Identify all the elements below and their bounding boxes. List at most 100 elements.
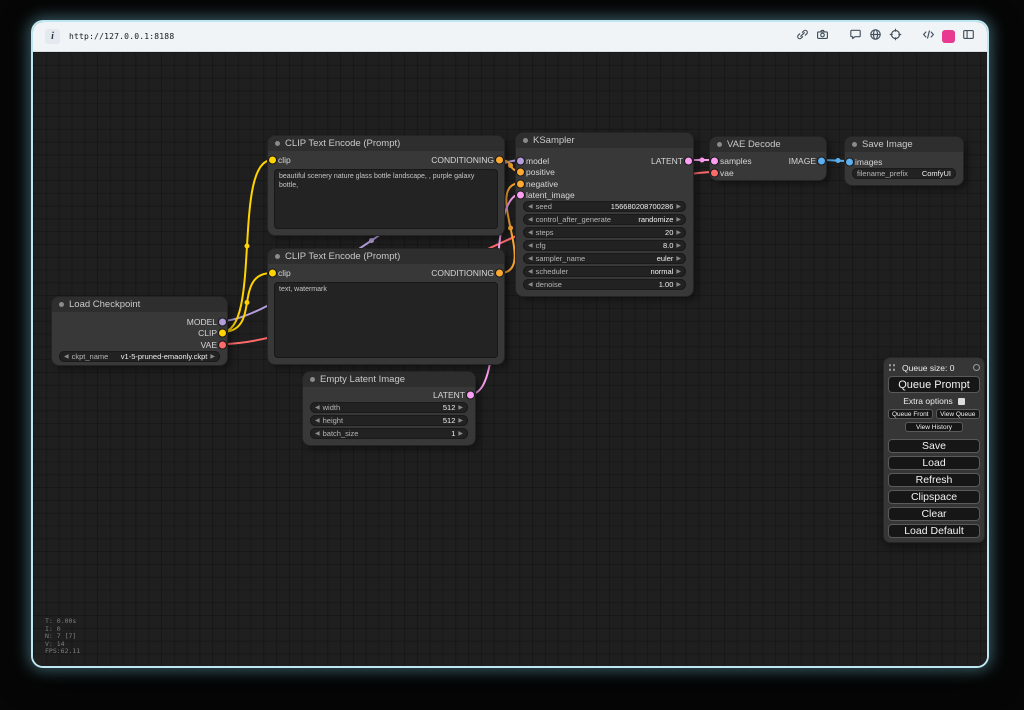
collapse-dot-icon[interactable] xyxy=(852,142,857,147)
denoise-widget[interactable]: ◀ denoise 1.00 ▶ xyxy=(523,279,686,290)
next-arrow-icon[interactable]: ▶ xyxy=(676,217,681,223)
node-clip-text-encode-negative[interactable]: CLIP Text Encode (Prompt) clip CONDITION… xyxy=(268,249,504,364)
node-ksampler[interactable]: KSampler model LATENT positive negative … xyxy=(516,133,693,296)
output-slot-latent[interactable] xyxy=(467,391,474,398)
input-slot-clip[interactable] xyxy=(269,156,276,163)
queue-front-button[interactable]: Queue Front xyxy=(888,409,933,419)
prev-arrow-icon[interactable]: ◀ xyxy=(528,217,533,223)
prompt-textarea[interactable]: text, watermark xyxy=(274,282,498,358)
output-slot-conditioning[interactable] xyxy=(496,269,503,276)
prev-arrow-icon[interactable]: ◀ xyxy=(528,204,533,210)
node-vae-decode[interactable]: VAE Decode samples IMAGE vae xyxy=(710,137,826,180)
input-slot-samples[interactable] xyxy=(711,157,718,164)
prev-arrow-icon[interactable]: ◀ xyxy=(315,418,320,424)
collapse-dot-icon[interactable] xyxy=(275,254,280,259)
target-icon[interactable] xyxy=(889,28,902,46)
refresh-button[interactable]: Refresh xyxy=(888,473,980,487)
node-graph-canvas[interactable]: Load Checkpoint MODEL CLIP VAE ◀ ckpt_na… xyxy=(33,52,987,666)
clipspace-button[interactable]: Clipspace xyxy=(888,490,980,504)
next-arrow-icon[interactable]: ▶ xyxy=(676,230,681,236)
node-titlebar[interactable]: CLIP Text Encode (Prompt) xyxy=(268,249,504,264)
code-icon[interactable] xyxy=(922,28,935,46)
seed-widget[interactable]: ◀ seed 156680208700286 ▶ xyxy=(523,201,686,212)
node-load-checkpoint[interactable]: Load Checkpoint MODEL CLIP VAE ◀ ckpt_na… xyxy=(52,297,227,365)
prev-arrow-icon[interactable]: ◀ xyxy=(528,243,533,249)
next-arrow-icon[interactable]: ▶ xyxy=(210,354,215,360)
comfy-menu-panel[interactable]: Queue size: 0 Queue Prompt Extra options… xyxy=(884,358,984,542)
collapse-dot-icon[interactable] xyxy=(310,377,315,382)
node-empty-latent-image[interactable]: Empty Latent Image LATENT ◀ width 512 ▶ … xyxy=(303,372,475,445)
node-titlebar[interactable]: Save Image xyxy=(845,137,963,152)
output-slot-image[interactable] xyxy=(818,157,825,164)
prev-arrow-icon[interactable]: ◀ xyxy=(528,230,533,236)
drag-handle-icon[interactable] xyxy=(888,363,895,372)
queue-prompt-button[interactable]: Queue Prompt xyxy=(888,376,980,393)
link-icon[interactable] xyxy=(796,28,809,46)
collapse-dot-icon[interactable] xyxy=(59,302,64,307)
output-slot-clip[interactable] xyxy=(219,329,226,336)
node-titlebar[interactable]: KSampler xyxy=(516,133,693,148)
columns-layout-icon[interactable] xyxy=(962,28,975,46)
prev-arrow-icon[interactable]: ◀ xyxy=(315,405,320,411)
prev-arrow-icon[interactable]: ◀ xyxy=(315,431,320,437)
node-titlebar[interactable]: Load Checkpoint xyxy=(52,297,227,312)
input-slot-negative[interactable] xyxy=(517,180,524,187)
node-clip-text-encode-positive[interactable]: CLIP Text Encode (Prompt) clip CONDITION… xyxy=(268,136,504,235)
globe-icon[interactable] xyxy=(869,28,882,46)
load-default-button[interactable]: Load Default xyxy=(888,524,980,538)
input-slot-latent-image[interactable] xyxy=(517,191,524,198)
prompt-textarea[interactable]: beautiful scenery nature glass bottle la… xyxy=(274,169,498,229)
clear-button[interactable]: Clear xyxy=(888,507,980,521)
filename-prefix-widget[interactable]: filename_prefix ComfyUI xyxy=(852,168,956,179)
collapse-dot-icon[interactable] xyxy=(523,138,528,143)
view-history-button[interactable]: View History xyxy=(905,422,963,432)
save-button[interactable]: Save xyxy=(888,439,980,453)
output-slot-model[interactable] xyxy=(219,318,226,325)
node-save-image[interactable]: Save Image images filename_prefix ComfyU… xyxy=(845,137,963,185)
next-arrow-icon[interactable]: ▶ xyxy=(676,282,681,288)
prev-arrow-icon[interactable]: ◀ xyxy=(528,269,533,275)
extension-icon[interactable] xyxy=(942,30,955,43)
widget-value: randomize xyxy=(638,215,674,224)
output-slot-vae[interactable] xyxy=(219,341,226,348)
collapse-dot-icon[interactable] xyxy=(717,142,722,147)
scheduler-widget[interactable]: ◀ scheduler normal ▶ xyxy=(523,266,686,277)
control-after-generate-widget[interactable]: ◀ control_after_generate randomize ▶ xyxy=(523,214,686,225)
input-slot-vae[interactable] xyxy=(711,169,718,176)
batch-size-widget[interactable]: ◀ batch_size 1 ▶ xyxy=(310,428,468,439)
info-icon[interactable]: i xyxy=(45,29,60,44)
next-arrow-icon[interactable]: ▶ xyxy=(458,418,463,424)
next-arrow-icon[interactable]: ▶ xyxy=(676,256,681,262)
output-slot-conditioning[interactable] xyxy=(496,156,503,163)
ckpt-name-combo[interactable]: ◀ ckpt_name v1-5-pruned-emaonly.ckpt ▶ xyxy=(59,351,220,362)
width-widget[interactable]: ◀ width 512 ▶ xyxy=(310,402,468,413)
camera-icon[interactable] xyxy=(816,28,829,46)
input-slot-positive[interactable] xyxy=(517,168,524,175)
input-slot-images[interactable] xyxy=(846,158,853,165)
prev-arrow-icon[interactable]: ◀ xyxy=(528,282,533,288)
address-bar[interactable]: http://127.0.0.1:8188 xyxy=(69,32,174,41)
chat-icon[interactable] xyxy=(849,28,862,46)
steps-widget[interactable]: ◀ steps 20 ▶ xyxy=(523,227,686,238)
extra-options-checkbox[interactable] xyxy=(957,397,965,405)
input-slot-clip[interactable] xyxy=(269,269,276,276)
node-titlebar[interactable]: VAE Decode xyxy=(710,137,826,152)
input-slot-model[interactable] xyxy=(517,157,524,164)
next-arrow-icon[interactable]: ▶ xyxy=(458,405,463,411)
sampler-name-widget[interactable]: ◀ sampler_name euler ▶ xyxy=(523,253,686,264)
height-widget[interactable]: ◀ height 512 ▶ xyxy=(310,415,468,426)
load-button[interactable]: Load xyxy=(888,456,980,470)
input-label-images: images xyxy=(855,156,883,167)
node-titlebar[interactable]: Empty Latent Image xyxy=(303,372,475,387)
node-titlebar[interactable]: CLIP Text Encode (Prompt) xyxy=(268,136,504,151)
collapse-dot-icon[interactable] xyxy=(275,141,280,146)
prev-arrow-icon[interactable]: ◀ xyxy=(528,256,533,262)
view-queue-button[interactable]: View Queue xyxy=(935,409,980,419)
next-arrow-icon[interactable]: ▶ xyxy=(458,431,463,437)
prev-arrow-icon[interactable]: ◀ xyxy=(64,354,69,360)
next-arrow-icon[interactable]: ▶ xyxy=(676,204,681,210)
cfg-widget[interactable]: ◀ cfg 8.0 ▶ xyxy=(523,240,686,251)
next-arrow-icon[interactable]: ▶ xyxy=(676,269,681,275)
next-arrow-icon[interactable]: ▶ xyxy=(676,243,681,249)
output-slot-latent[interactable] xyxy=(685,157,692,164)
